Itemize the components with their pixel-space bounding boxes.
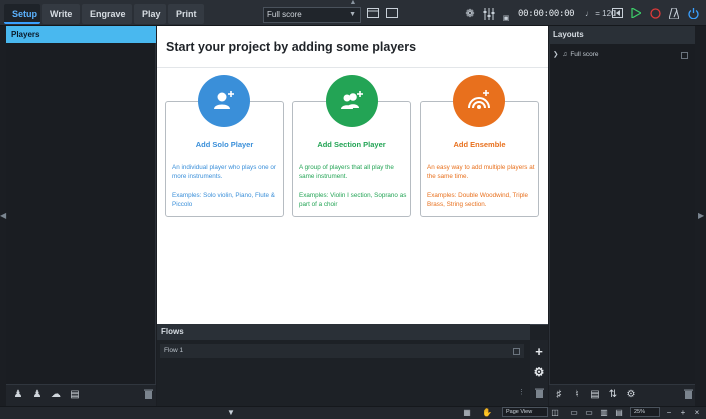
zoom-select[interactable]: 25% xyxy=(630,407,660,417)
add-part-layout-icon[interactable]: ♮ xyxy=(571,389,583,401)
add-layout-icon[interactable]: ♯ xyxy=(553,389,565,401)
vertical-layout-icon[interactable]: ▤ xyxy=(614,407,624,418)
galley-view-icon[interactable] xyxy=(366,8,380,20)
close-view-icon[interactable]: × xyxy=(692,407,702,418)
collapse-left-icon[interactable]: ◀ xyxy=(0,211,6,221)
tab-print[interactable]: Print xyxy=(168,4,204,24)
layout-options-icon[interactable]: ⚙ xyxy=(625,389,637,401)
card-title: Add Section Player xyxy=(317,140,386,149)
delete-player-icon[interactable] xyxy=(142,389,154,401)
delete-layout-icon[interactable] xyxy=(682,389,694,401)
gear-icon[interactable]: ⚙ xyxy=(532,365,546,379)
zoom-value: 25% xyxy=(634,409,646,415)
add-flow-icon[interactable]: + xyxy=(532,345,546,359)
zoom-in-icon[interactable]: + xyxy=(678,407,688,418)
ensemble-icon[interactable] xyxy=(453,75,505,127)
card-description: An individual player who plays one or mo… xyxy=(172,164,276,180)
card-description: An easy way to add multiple players at t… xyxy=(427,164,535,180)
single-page-icon[interactable]: ▭ xyxy=(569,407,579,418)
view-select-value: Page View xyxy=(506,409,533,415)
layout-select-checkbox[interactable] xyxy=(681,52,688,59)
list-item[interactable]: Flow 1 xyxy=(160,344,524,358)
view-select[interactable]: Page View xyxy=(502,407,548,417)
collapse-bottom-icon[interactable]: ▼ xyxy=(226,407,236,418)
card-title: Add Solo Player xyxy=(195,140,254,149)
add-ensemble-icon[interactable]: ☁ xyxy=(50,389,62,401)
page-title: Start your project by adding some player… xyxy=(166,40,417,54)
add-solo-player-icon[interactable]: ♟ xyxy=(12,389,24,401)
rewind-to-start-icon[interactable] xyxy=(610,8,624,20)
section-player-icon[interactable] xyxy=(326,75,378,127)
flow-select-checkbox[interactable] xyxy=(513,348,520,355)
score-icon: ♫ xyxy=(562,51,568,58)
more-options-icon[interactable]: ⋮ xyxy=(518,388,525,398)
layout-item-label: Full score xyxy=(570,51,599,58)
chevron-down-icon: ▼ xyxy=(349,11,356,18)
card-examples: Examples: Solo violin, Piano, Flute & Pi… xyxy=(172,192,275,208)
list-item[interactable]: ❯ ♫ Full score xyxy=(553,48,693,62)
layout-select-value: Full score xyxy=(267,10,302,19)
card-examples: Examples: Double Woodwind, Triple Brass,… xyxy=(427,192,529,208)
view-options-icon[interactable]: ◫ xyxy=(550,407,560,418)
power-icon[interactable] xyxy=(686,8,700,20)
selection-tool-icon[interactable]: ▦ xyxy=(462,407,472,418)
layouts-panel-title: Layouts xyxy=(549,26,695,44)
page-view-icon[interactable] xyxy=(385,8,399,20)
zoom-out-icon[interactable]: − xyxy=(664,407,674,418)
chevron-right-icon[interactable]: ❯ xyxy=(553,51,558,58)
layout-select[interactable]: Full score ▼ xyxy=(263,7,361,23)
card-title: Add Ensemble xyxy=(453,140,506,149)
card-description: A group of players that all play the sam… xyxy=(299,164,394,180)
metronome-icon[interactable] xyxy=(667,7,681,20)
collapse-right-icon[interactable]: ▶ xyxy=(698,211,704,221)
delete-flow-icon[interactable] xyxy=(532,387,546,401)
spreads-icon[interactable]: ▭ xyxy=(584,407,594,418)
players-panel xyxy=(6,26,156,406)
video-reel-icon[interactable]: ❁ xyxy=(463,8,477,20)
flows-panel-title: Flows xyxy=(157,324,530,340)
horizontal-layout-icon[interactable]: ▥ xyxy=(599,407,609,418)
sort-layouts-icon[interactable]: ⇅ xyxy=(607,389,619,401)
add-group-icon[interactable]: ▤ xyxy=(69,389,81,401)
add-section-player-icon[interactable]: ♟ xyxy=(31,389,43,401)
solo-player-icon[interactable] xyxy=(198,75,250,127)
tab-play[interactable]: Play xyxy=(134,4,166,24)
tab-write[interactable]: Write xyxy=(42,4,80,24)
midi-input-icon[interactable]: ▣ xyxy=(499,13,513,25)
add-custom-layout-icon[interactable]: ▤ xyxy=(589,389,601,401)
tab-setup[interactable]: Setup xyxy=(4,4,40,24)
play-icon[interactable] xyxy=(629,6,643,20)
players-panel-title: Players xyxy=(6,26,156,43)
transport-time: 00:00:00:00 xyxy=(518,9,575,19)
hand-tool-icon[interactable]: ✋ xyxy=(482,407,492,418)
record-icon[interactable] xyxy=(648,8,662,20)
title-divider xyxy=(157,67,548,68)
tab-engrave[interactable]: Engrave xyxy=(82,4,132,24)
players-panel-toolbar xyxy=(6,384,156,406)
collapse-top-icon[interactable]: ▲ xyxy=(346,0,360,6)
mixer-icon[interactable] xyxy=(482,8,496,20)
card-examples: Examples: Violin I section, Soprano as p… xyxy=(299,192,407,208)
layouts-panel xyxy=(549,26,695,406)
